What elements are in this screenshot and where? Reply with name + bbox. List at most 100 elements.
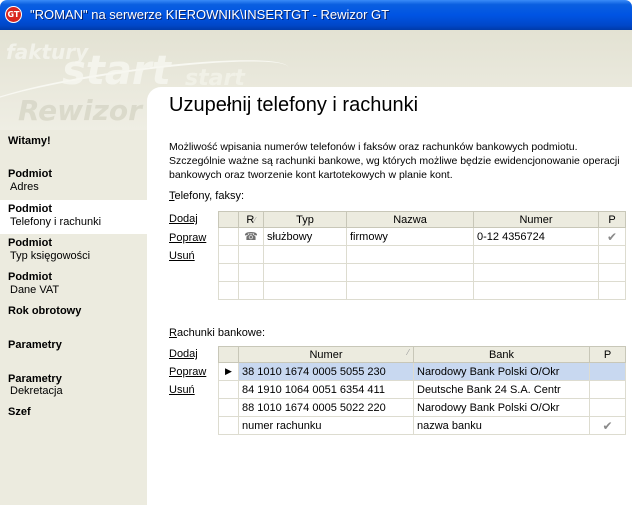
account-number-cell[interactable]: 84 1910 1064 0051 6354 411 xyxy=(238,380,414,399)
sidebar-item-sublabel: Typ księgowości xyxy=(10,250,91,262)
empty-cell xyxy=(238,281,264,300)
title-bar: GT "ROMAN" na serwerze KIEROWNIK\INSERTG… xyxy=(0,0,632,30)
sidebar-item-adres[interactable]: Podmiot Adres xyxy=(0,166,147,196)
empty-cell xyxy=(238,263,264,282)
empty-cell xyxy=(473,245,599,264)
table-row[interactable]: 84 1910 1064 0051 6354 411 Deutsche Bank… xyxy=(218,380,626,399)
banner-watermark: Rewizor xyxy=(18,94,142,127)
sidebar-item-sublabel: Adres xyxy=(10,181,39,193)
checkmark-icon[interactable]: ✔ xyxy=(589,416,626,435)
grid-header-bank[interactable]: Bank xyxy=(413,346,590,363)
empty-cell xyxy=(346,245,474,264)
sidebar-item-szef[interactable]: Szef xyxy=(0,404,147,426)
account-number-cell[interactable]: 88 1010 1674 0005 5022 220 xyxy=(238,398,414,417)
accounts-label-text: achunki bankowe: xyxy=(176,327,266,339)
sidebar-item-label: Parametry xyxy=(8,373,62,385)
empty-cell xyxy=(263,245,347,264)
empty-cell xyxy=(346,263,474,282)
empty-cell xyxy=(263,281,347,300)
table-row[interactable] xyxy=(218,263,626,282)
sidebar-item-typ-ksiegowosci[interactable]: Podmiot Typ księgowości xyxy=(0,234,147,266)
empty-cell xyxy=(263,263,347,282)
sidebar-item-label: Podmiot xyxy=(8,168,52,180)
empty-cell xyxy=(473,281,599,300)
grid-header-number[interactable]: Numer xyxy=(473,211,599,228)
phones-edit-link[interactable]: Popraw xyxy=(169,232,206,244)
phone-icon: ☎ xyxy=(238,227,264,246)
account-p-cell[interactable] xyxy=(589,398,626,417)
phone-name-cell[interactable]: firmowy xyxy=(346,227,474,246)
row-indicator xyxy=(218,398,239,417)
new-account-number-field[interactable]: numer rachunku xyxy=(238,416,414,435)
page-description: Możliwość wpisania numerów telefonów i f… xyxy=(169,141,620,181)
sidebar-item-dane-vat[interactable]: Podmiot Dane VAT xyxy=(0,268,147,300)
sidebar-item-label: Parametry xyxy=(8,339,62,351)
sort-icon: ⁄ xyxy=(407,348,409,357)
sidebar-item-sublabel: Dekretacja xyxy=(10,385,63,397)
accounts-grid[interactable]: Numer ⁄ Bank P ▶ 38 1010 1674 0005 5055 2… xyxy=(218,346,626,435)
empty-cell xyxy=(218,281,239,300)
sidebar-item-sublabel: Telefony i rachunki xyxy=(10,216,102,228)
table-row[interactable]: ▶ 38 1010 1674 0005 5055 230 Narodowy Ba… xyxy=(218,362,626,381)
grid-header-p[interactable]: P xyxy=(589,346,626,363)
accounts-add-link[interactable]: Dodaj xyxy=(169,348,198,360)
grid-header-indicator xyxy=(218,211,239,228)
sidebar-item-telefony[interactable]: Podmiot Telefony i rachunki xyxy=(0,200,147,234)
phones-section-label: Telefony, faksy: xyxy=(169,190,244,202)
accounts-label-accel: R xyxy=(169,327,177,339)
account-p-cell[interactable] xyxy=(589,380,626,399)
bank-name-cell[interactable]: Narodowy Bank Polski O/Okr xyxy=(413,362,590,381)
sidebar-item-label: Szef xyxy=(8,406,31,418)
grid-header-p[interactable]: P xyxy=(598,211,626,228)
app-logo-icon: GT xyxy=(5,6,22,23)
table-row[interactable] xyxy=(218,245,626,264)
phones-grid[interactable]: R⁄ Typ Nazwa Numer P ☎ służbowy firmowy … xyxy=(218,211,626,300)
table-row[interactable]: ☎ służbowy firmowy 0-12 4356724 ✔ xyxy=(218,227,626,246)
sidebar-item-witamy[interactable]: Witamy! xyxy=(0,130,147,152)
sidebar-item-label: Witamy! xyxy=(8,135,51,147)
checkmark-icon[interactable]: ✔ xyxy=(598,227,626,246)
table-row-new[interactable]: numer rachunku nazwa banku ✔ xyxy=(218,416,626,435)
empty-cell xyxy=(346,281,474,300)
phones-grid-header: R⁄ Typ Nazwa Numer P xyxy=(218,211,626,228)
grid-header-r[interactable]: R⁄ xyxy=(238,211,264,228)
window-title: "ROMAN" na serwerze KIEROWNIK\INSERTGT -… xyxy=(30,7,390,22)
grid-header-number[interactable]: Numer ⁄ xyxy=(238,346,414,363)
phone-number-cell[interactable]: 0-12 4356724 xyxy=(473,227,599,246)
page-title: Uzupełnij telefony i rachunki xyxy=(169,94,419,116)
table-row[interactable] xyxy=(218,281,626,300)
account-p-cell[interactable] xyxy=(589,362,626,381)
bank-name-cell[interactable]: Narodowy Bank Polski O/Okr xyxy=(413,398,590,417)
row-indicator xyxy=(218,380,239,399)
sidebar-item-label: Podmiot xyxy=(8,271,52,283)
sort-icon: ⁄ xyxy=(254,215,256,225)
sidebar-item-rok-obrotowy[interactable]: Rok obrotowy xyxy=(0,302,147,324)
phones-label-text: elefony, faksy: xyxy=(174,190,245,202)
empty-cell xyxy=(238,245,264,264)
banner-watermark: start xyxy=(62,48,171,94)
phones-delete-link[interactable]: Usuń xyxy=(169,250,195,262)
new-bank-name-field[interactable]: nazwa banku xyxy=(413,416,590,435)
sidebar-item-label: Podmiot xyxy=(8,237,52,249)
sidebar-item-label: Rok obrotowy xyxy=(8,305,82,317)
empty-cell xyxy=(218,263,239,282)
grid-header-indicator xyxy=(218,346,239,363)
row-indicator xyxy=(218,227,239,246)
phone-type-cell[interactable]: służbowy xyxy=(263,227,347,246)
table-row[interactable]: 88 1010 1674 0005 5022 220 Narodowy Bank… xyxy=(218,398,626,417)
bank-name-cell[interactable]: Deutsche Bank 24 S.A. Centr xyxy=(413,380,590,399)
row-indicator xyxy=(218,416,239,435)
account-number-cell[interactable]: 38 1010 1674 0005 5055 230 xyxy=(238,362,414,381)
sidebar-item-dekretacja[interactable]: Parametry Dekretacja xyxy=(0,370,147,402)
accounts-delete-link[interactable]: Usuń xyxy=(169,384,195,396)
accounts-edit-link[interactable]: Popraw xyxy=(169,366,206,378)
accounts-section-label: Rachunki bankowe: xyxy=(169,327,265,339)
empty-cell xyxy=(598,281,626,300)
grid-header-type[interactable]: Typ xyxy=(263,211,347,228)
grid-header-name[interactable]: Nazwa xyxy=(346,211,474,228)
empty-cell xyxy=(598,263,626,282)
phones-add-link[interactable]: Dodaj xyxy=(169,213,198,225)
empty-cell xyxy=(473,263,599,282)
row-pointer-icon: ▶ xyxy=(218,362,239,381)
sidebar-item-parametry[interactable]: Parametry xyxy=(0,336,147,358)
